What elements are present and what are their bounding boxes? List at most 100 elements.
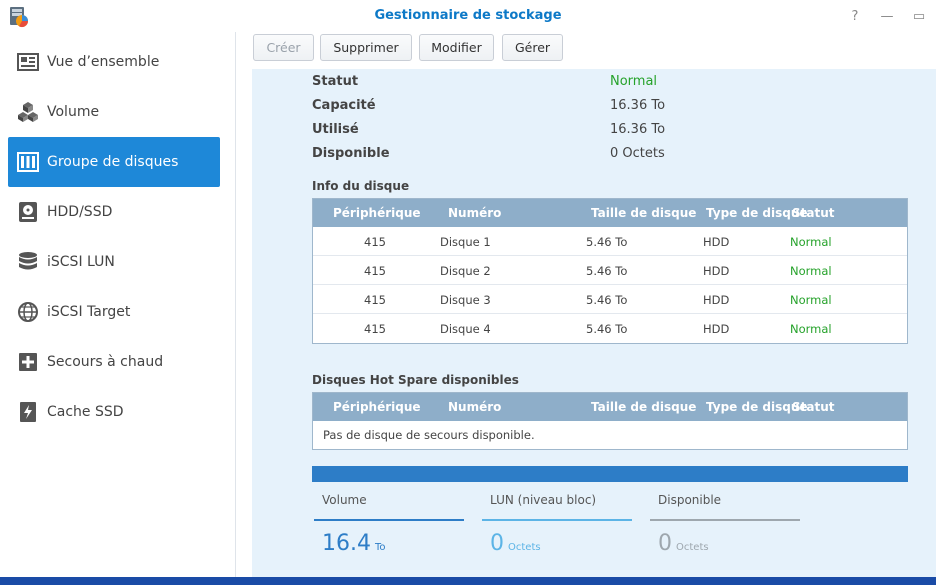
available-label: Disponible (312, 146, 390, 161)
table-row[interactable]: 415 Disque 4 5.46 To HDD Normal (313, 314, 907, 343)
summary-volume-line (314, 519, 464, 521)
summary-lun-label: LUN (niveau bloc) (490, 493, 597, 507)
capacity-value: 16.36 To (610, 98, 666, 113)
column-header[interactable]: Périphérique (333, 400, 421, 414)
disk-info-title: Info du disque (312, 179, 410, 193)
capacity-label: Capacité (312, 98, 376, 113)
volume-cubes-icon (17, 101, 39, 123)
disk-size-cell: 5.46 To (586, 322, 628, 336)
disk-size-cell: 5.46 To (586, 293, 628, 307)
maximize-icon: ▭ (912, 8, 926, 24)
sidebar-item-hot-spare[interactable]: Secours à chaud (8, 337, 220, 387)
summary-available-unit: Octets (676, 542, 709, 553)
os-taskbar (0, 577, 936, 585)
overview-icon (17, 51, 39, 73)
disk-number-cell: Disque 1 (440, 235, 491, 249)
disk-info-table: Périphérique Numéro Taille de disque Typ… (312, 198, 908, 344)
create-button[interactable]: Créer (253, 34, 314, 61)
device-cell: 415 (364, 322, 386, 336)
table-row[interactable]: 415 Disque 3 5.46 To HDD Normal (313, 285, 907, 314)
toolbar: Créer Supprimer Modifier Gérer (236, 32, 936, 69)
column-header[interactable]: Numéro (448, 206, 501, 220)
disk-number-cell: Disque 4 (440, 322, 491, 336)
summary-volume-value: 16.4 (322, 531, 371, 556)
sidebar-item-label: HDD/SSD (47, 204, 113, 220)
disk-type-cell: HDD (703, 264, 730, 278)
sidebar-item-iscsi-lun[interactable]: iSCSI LUN (8, 237, 220, 287)
table-row[interactable]: 415 Disque 2 5.46 To HDD Normal (313, 256, 907, 285)
sidebar-item-label: Volume (47, 104, 100, 120)
summary-available-line (650, 519, 800, 521)
disk-status-cell: Normal (790, 293, 832, 307)
sidebar-item-label: Groupe de disques (47, 154, 179, 170)
sidebar-item-hdd-ssd[interactable]: HDD/SSD (8, 187, 220, 237)
empty-text: Pas de disque de secours disponible. (323, 428, 535, 442)
sidebar-item-label: Vue d’ensemble (47, 54, 160, 70)
database-icon (17, 251, 39, 273)
manage-button[interactable]: Gérer (502, 34, 563, 61)
minimize-button[interactable]: — (874, 6, 900, 26)
summary-available: Disponible 0 Octets (648, 493, 800, 563)
summary-lun: LUN (niveau bloc) 0 Octets (480, 493, 632, 563)
disk-size-cell: 5.46 To (586, 235, 628, 249)
sidebar-item-ssd-cache[interactable]: Cache SSD (8, 387, 220, 437)
window-title: Gestionnaire de stockage (374, 8, 562, 23)
hot-spare-icon (17, 351, 39, 373)
summary-lun-unit: Octets (508, 542, 541, 553)
ssd-cache-icon (17, 401, 39, 423)
delete-button[interactable]: Supprimer (320, 34, 412, 61)
summary-lun-value: 0 (490, 531, 504, 556)
sidebar-item-label: Cache SSD (47, 404, 124, 420)
used-row: Utilisé 16.36 To (312, 122, 912, 142)
summary-volume: Volume 16.4 To (312, 493, 464, 563)
column-header[interactable]: Périphérique (333, 206, 421, 220)
disk-number-cell: Disque 2 (440, 264, 491, 278)
summary-available-value-group: 0 Octets (658, 531, 709, 556)
column-header[interactable]: Statut (792, 400, 835, 414)
maximize-button[interactable]: ▭ (906, 6, 932, 26)
sidebar-item-label: Secours à chaud (47, 354, 164, 370)
column-header[interactable]: Taille de disque (591, 206, 696, 220)
capacity-row: Capacité 16.36 To (312, 98, 912, 118)
table-header: Périphérique Numéro Taille de disque Typ… (313, 199, 907, 227)
status-label: Statut (312, 74, 359, 89)
summary-available-label: Disponible (658, 493, 722, 507)
modify-button[interactable]: Modifier (419, 34, 494, 61)
sidebar-item-volume[interactable]: Volume (8, 87, 220, 137)
device-cell: 415 (364, 293, 386, 307)
available-value: 0 Octets (610, 146, 665, 161)
hdd-icon (17, 201, 39, 223)
summary-lun-value-group: 0 Octets (490, 531, 541, 556)
disk-number-cell: Disque 3 (440, 293, 491, 307)
disk-group-details-panel: Statut Normal Capacité 16.36 To Utilisé … (252, 69, 936, 577)
summary-volume-label: Volume (322, 493, 367, 507)
column-header[interactable]: Statut (792, 206, 835, 220)
disk-status-cell: Normal (790, 264, 832, 278)
summary-volume-unit: To (374, 542, 386, 553)
used-label: Utilisé (312, 122, 359, 137)
disk-type-cell: HDD (703, 293, 730, 307)
status-row: Statut Normal (312, 74, 912, 94)
device-cell: 415 (364, 235, 386, 249)
summary-volume-value-group: 16.4 To (322, 531, 386, 556)
column-header[interactable]: Numéro (448, 400, 501, 414)
help-icon: ? (851, 8, 859, 24)
status-value: Normal (610, 74, 658, 89)
sidebar-item-label: iSCSI LUN (47, 254, 115, 270)
disk-group-icon (17, 151, 39, 173)
table-row[interactable]: 415 Disque 1 5.46 To HDD Normal (313, 227, 907, 256)
sidebar-item-iscsi-target[interactable]: iSCSI Target (8, 287, 220, 337)
usage-bar (312, 466, 908, 482)
sidebar-item-overview[interactable]: Vue d’ensemble (8, 37, 220, 87)
help-button[interactable]: ? (842, 6, 868, 26)
sidebar-item-label: iSCSI Target (47, 304, 131, 320)
disk-type-cell: HDD (703, 235, 730, 249)
hot-spare-title: Disques Hot Spare disponibles (312, 373, 519, 387)
disk-type-cell: HDD (703, 322, 730, 336)
summary-available-value: 0 (658, 531, 672, 556)
sidebar: Vue d’ensemble Volume Groupe de disques … (0, 32, 236, 577)
available-row: Disponible 0 Octets (312, 146, 912, 166)
column-header[interactable]: Taille de disque (591, 400, 696, 414)
device-cell: 415 (364, 264, 386, 278)
sidebar-item-disk-group[interactable]: Groupe de disques (8, 137, 220, 187)
